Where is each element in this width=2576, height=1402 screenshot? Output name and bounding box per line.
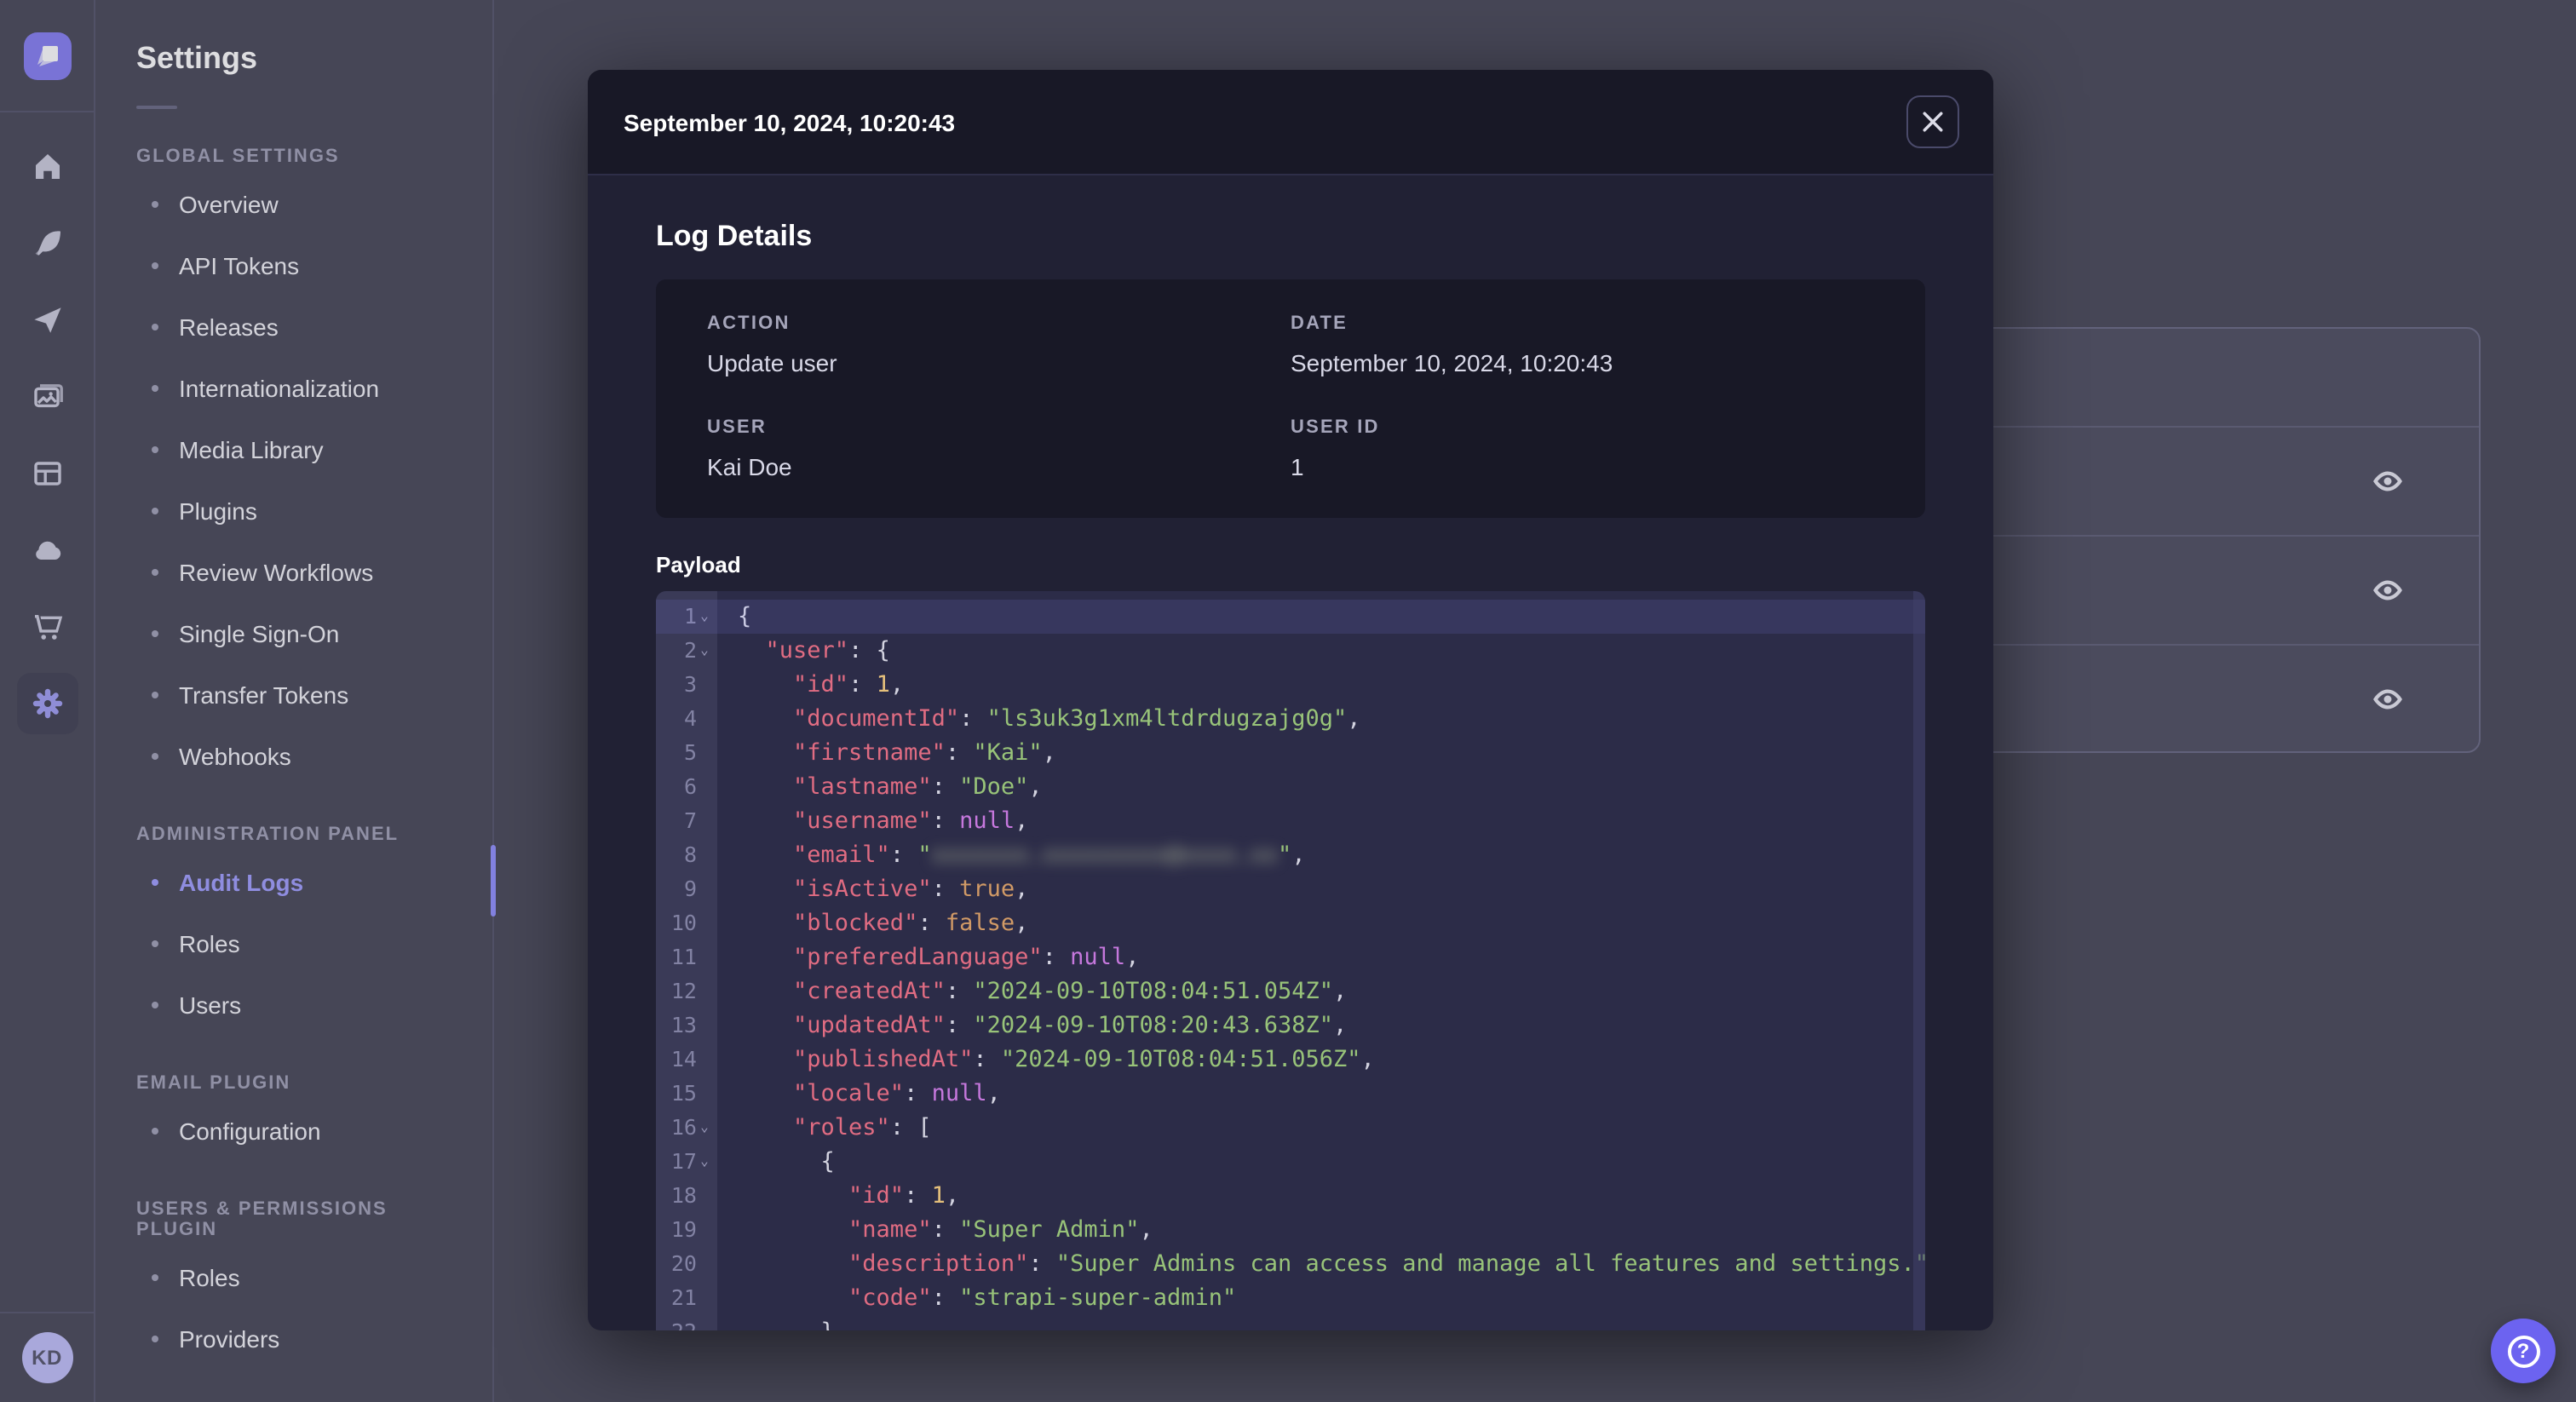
- code-vertical-scrollbar[interactable]: [1913, 591, 1925, 1330]
- line-number: 17 ⌄: [656, 1145, 717, 1179]
- code-line: "blocked": false,: [738, 910, 1029, 937]
- code-line-number-gutter: 1⌄2⌄345678910111213141516⌄17⌄18192021222…: [656, 591, 717, 1330]
- code-line: "description": "Super Admins can access …: [738, 1250, 1925, 1278]
- line-number: 21: [670, 1284, 697, 1310]
- line-number: 9: [683, 876, 697, 901]
- code-line: "email": "xxxxxxx.xxxxxxxxx@xxxx.xx",: [738, 842, 1306, 869]
- log-detail-field: DATE September 10, 2024, 10:20:43: [1291, 313, 1874, 376]
- line-number: 13: [670, 1012, 697, 1037]
- code-line: "documentId": "ls3uk3g1xm4ltdrdugzajg0g"…: [738, 705, 1361, 733]
- strapi-admin-app: KD Settings GLOBAL SETTINGS Overview API T…: [0, 0, 2576, 1402]
- code-line: "isActive": true,: [738, 876, 1029, 903]
- code-line: "updatedAt": "2024-09-10T08:20:43.638Z",: [738, 1012, 1348, 1039]
- modal-title-date: September 10, 2024, 10:20:43: [624, 108, 956, 135]
- field-label: DATE: [1291, 313, 1348, 334]
- line-number: 6: [683, 773, 697, 799]
- field-value: Kai Doe: [707, 453, 792, 480]
- log-details-title: Log Details: [656, 220, 813, 252]
- code-line: "name": "Super Admin",: [738, 1216, 1153, 1244]
- line-number: 2 ⌄: [656, 634, 717, 668]
- field-label: ACTION: [707, 313, 791, 334]
- fold-chevron-icon[interactable]: ⌄: [697, 1111, 712, 1145]
- line-number: 3: [683, 671, 697, 697]
- line-number: 16 ⌄: [656, 1111, 717, 1145]
- code-line: {: [738, 1148, 835, 1175]
- help-button[interactable]: ?: [2491, 1319, 2556, 1383]
- field-label: USER ID: [1291, 417, 1380, 438]
- line-number: 20: [670, 1250, 697, 1276]
- log-details-card: ACTION Update user DATE September 10, 2024,…: [656, 279, 1925, 518]
- field-label: USER: [707, 417, 767, 438]
- line-number: 22: [656, 1315, 717, 1330]
- code-line: "id": 1,: [738, 671, 905, 698]
- log-detail-field: ACTION Update user: [707, 313, 1291, 376]
- line-number: 1 ⌄: [656, 600, 717, 634]
- field-value: 1: [1291, 453, 1304, 480]
- log-details-modal: September 10, 2024, 10:20:43 Log Details…: [588, 70, 1993, 1330]
- line-number: 12: [670, 978, 697, 1003]
- close-button[interactable]: [1906, 95, 1959, 148]
- line-number: 14: [670, 1046, 697, 1072]
- log-detail-field: USER Kai Doe: [707, 417, 1291, 480]
- modal-header: September 10, 2024, 10:20:43: [588, 70, 1993, 175]
- code-line: "createdAt": "2024-09-10T08:04:51.054Z",: [738, 978, 1348, 1005]
- log-detail-field: USER ID 1: [1291, 417, 1874, 480]
- code-content: { "user": { "id": 1, "documentId": "ls3u…: [717, 591, 1925, 1330]
- payload-label: Payload: [656, 552, 741, 577]
- close-icon: [1922, 111, 1944, 133]
- code-line: "locale": null,: [738, 1080, 1001, 1107]
- line-number: 15: [670, 1080, 697, 1106]
- code-line: }: [738, 1315, 1908, 1330]
- fold-chevron-icon[interactable]: ⌄: [697, 600, 712, 634]
- code-line: "user": {: [738, 637, 890, 664]
- field-value: Update user: [707, 349, 837, 376]
- fold-chevron-icon[interactable]: ⌄: [697, 634, 712, 668]
- line-number: 5: [683, 739, 697, 765]
- line-number: 18: [670, 1182, 697, 1208]
- code-line: "code": "strapi-super-admin": [738, 1284, 1237, 1312]
- code-line: "publishedAt": "2024-09-10T08:04:51.056Z…: [738, 1046, 1375, 1073]
- line-number: 7: [683, 807, 697, 833]
- line-number: 19: [670, 1216, 697, 1242]
- line-number: 4: [683, 705, 697, 731]
- code-line: "roles": [: [738, 1114, 932, 1141]
- fold-chevron-icon[interactable]: ⌄: [697, 1145, 712, 1179]
- payload-code-editor[interactable]: 1⌄2⌄345678910111213141516⌄17⌄18192021222…: [656, 591, 1925, 1330]
- code-line: "id": 1,: [738, 1182, 960, 1210]
- question-mark-icon: ?: [2507, 1335, 2539, 1367]
- field-value: September 10, 2024, 10:20:43: [1291, 349, 1613, 376]
- code-line: "lastname": "Doe",: [738, 773, 1043, 801]
- code-line: "username": null,: [738, 807, 1029, 835]
- redacted-email: xxxxxxx.xxxxxxxxx@xxxx.xx: [931, 842, 1279, 869]
- line-number: 11: [670, 944, 697, 969]
- line-number: 10: [670, 910, 697, 935]
- line-number: 8: [683, 842, 697, 867]
- code-line: "preferedLanguage": null,: [738, 944, 1140, 971]
- code-line: {: [738, 603, 752, 630]
- code-line: "firstname": "Kai",: [738, 739, 1056, 767]
- modal-body: Log Details ACTION Update user DATE Septemb…: [588, 175, 1993, 1330]
